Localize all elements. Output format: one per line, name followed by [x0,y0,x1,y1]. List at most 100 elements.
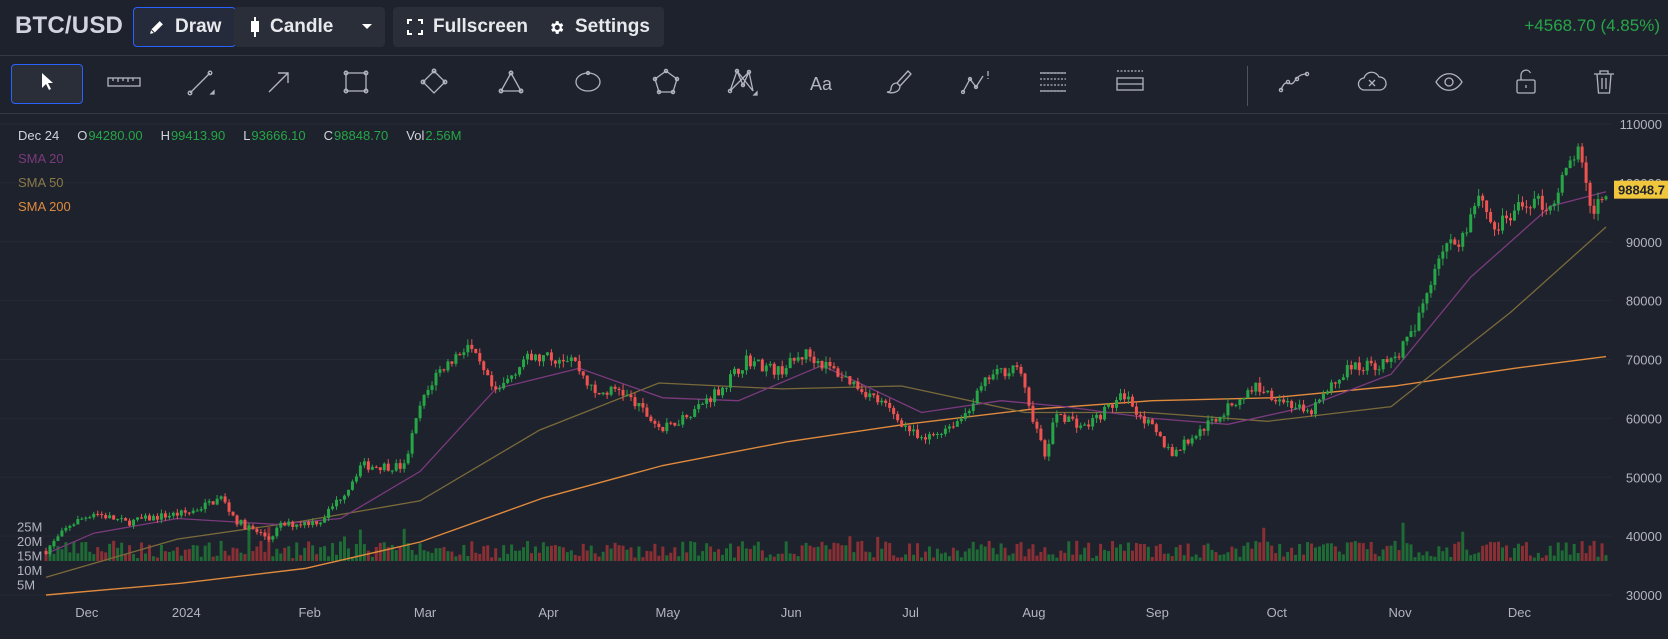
volume-bar [987,540,991,561]
volume-bar [581,543,585,561]
tool-ruler[interactable] [88,64,160,104]
time-tick-label: Aug [1022,605,1045,620]
volume-bar [1600,543,1604,561]
candle-body [358,465,362,477]
tool-text[interactable]: Aa [785,64,857,104]
candle-body [1015,365,1019,367]
volume-bar [132,554,136,561]
volume-bar [780,553,784,561]
candle-body [1230,403,1234,406]
volume-bar [514,550,518,561]
tool-remove-drawings[interactable] [1336,64,1408,104]
candle-body [959,418,963,422]
candle-body [736,368,740,374]
candle-body [299,524,303,526]
settings-button[interactable]: Settings [534,7,664,47]
volume-bar [1262,527,1266,561]
tool-path[interactable] [1258,64,1330,104]
volume-bar [271,556,275,561]
volume-bar [235,548,239,561]
candle-body [1493,222,1497,230]
candle-body [717,389,721,396]
tool-lock[interactable] [1490,64,1562,104]
candle-body [1321,393,1325,400]
candle-body [1202,429,1206,431]
low-value: 93666.10 [251,127,306,143]
volume-bar [681,541,685,561]
tool-trash[interactable] [1568,64,1640,104]
candle-body [319,522,323,525]
candle-body [506,378,510,383]
candle-body [760,359,764,372]
time-tick-label: 2024 [172,605,201,620]
volume-bar [971,541,975,561]
candle-body [458,354,462,356]
tool-price-note[interactable] [940,64,1012,104]
chart-type-select[interactable]: Candle [234,7,385,47]
tool-triangle[interactable] [475,64,547,104]
candle-body [1421,303,1425,313]
candle-body [1473,205,1477,215]
candle-body [1501,215,1505,231]
candle-body [1150,419,1154,425]
tool-brush[interactable] [862,64,934,104]
volume-bar [1361,543,1365,561]
volume-bar [1457,541,1461,561]
volume-bar [1003,547,1007,561]
candle-body [1306,410,1310,412]
sma-20-label[interactable]: SMA 20 [18,146,480,170]
sma-50-label[interactable]: SMA 50 [18,170,480,194]
candle-body [983,377,987,387]
tool-rotated-rectangle[interactable] [398,64,470,104]
volume-bar [1118,544,1122,561]
candle-body [888,402,892,408]
volume-bar [939,553,943,561]
candle-body [1138,414,1142,417]
tool-polygon[interactable] [630,64,702,104]
candle-body [346,489,350,496]
volume-bar [1421,555,1425,561]
low-key: L [243,127,251,143]
sma-200-label[interactable]: SMA 200 [18,194,480,218]
candle-body [681,415,685,425]
candle-body [840,376,844,378]
candle-body [955,421,959,427]
volume-bars [44,522,1608,561]
volume-bar [1170,556,1174,561]
tool-visibility[interactable] [1413,64,1485,104]
volume-bar [1278,543,1282,561]
tool-ellipse[interactable] [552,64,624,104]
candle-body [1282,399,1286,403]
tool-cursor[interactable] [11,64,83,104]
tool-arrow[interactable] [243,64,315,104]
tool-price-range[interactable] [1094,64,1166,104]
candle-body [1294,407,1298,409]
volume-bar [442,547,446,561]
volume-bar [159,544,163,561]
volume-bar [975,549,979,561]
candle-body [963,413,967,419]
tool-xabcd-pattern[interactable] [707,64,779,104]
polygon-icon [651,68,681,101]
draw-button[interactable]: Draw [133,7,237,47]
candle-body [1313,402,1317,415]
legend-date: Dec 24 [18,127,60,143]
volume-bar [1433,556,1437,561]
volume-bar [776,553,780,561]
volume-bar [1405,543,1409,561]
volume-bar [1409,544,1413,561]
volume-bar [573,554,577,561]
tool-rectangle[interactable] [320,64,392,104]
volume-bar [1385,545,1389,561]
tool-fib-retracement[interactable] [1017,64,1089,104]
tool-trend-line[interactable] [165,64,237,104]
volume-bar [1115,547,1119,561]
volume-bar [904,554,908,561]
chart-area[interactable]: 1100001000009000080000700006000050000400… [0,114,1668,639]
volume-bar [617,545,621,561]
candle-body [776,366,780,375]
volume-bar [1011,553,1015,561]
candle-body [896,414,900,421]
volume-bar [1505,545,1509,561]
fullscreen-button[interactable]: Fullscreen [393,7,543,47]
